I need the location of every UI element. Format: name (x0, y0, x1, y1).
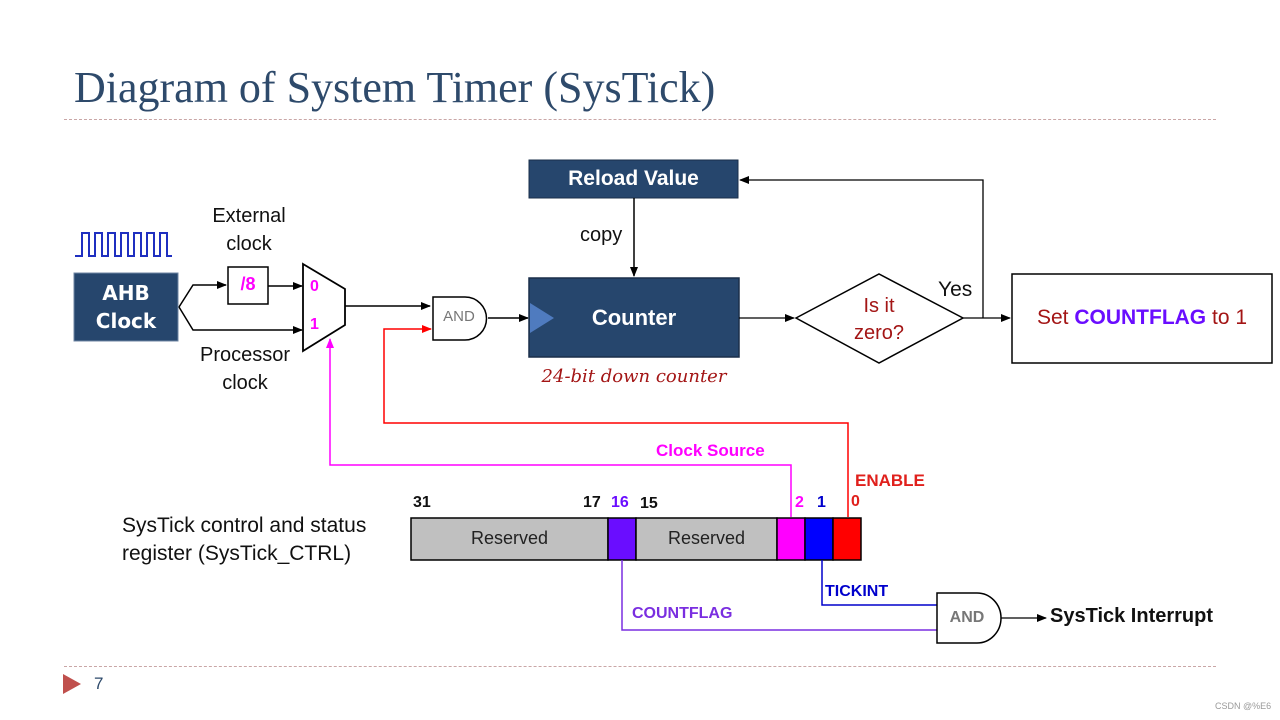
clock-waveform-icon (75, 232, 172, 257)
page-number: 7 (94, 674, 104, 693)
bit-16-label: 16 (611, 494, 629, 511)
ahb-clock-line1: AHB (102, 281, 150, 305)
enable-and-gate-label: AND (443, 308, 475, 325)
bit-17-label: 17 (583, 494, 601, 511)
set-countflag-suffix: to 1 (1206, 306, 1248, 329)
ahb-to-mux-wire (178, 306, 303, 334)
bit-2-label: 2 (795, 494, 804, 511)
interrupt-and-gate-label: AND (949, 609, 985, 626)
countflag-label: COUNTFLAG (632, 605, 733, 622)
decision-label: Is it zero? (829, 293, 929, 347)
register-bit-16-countflag (607, 517, 637, 561)
processor-clock-line2: clock (222, 372, 268, 394)
external-clock-line1: External (212, 205, 286, 227)
register-description-line1: SysTick control and status (122, 514, 367, 537)
ahb-clock-line2: Clock (95, 309, 157, 333)
bit-31-label: 31 (413, 494, 431, 511)
bit-15-label: 15 (640, 495, 658, 512)
counter-caption: 24-bit down counter (541, 366, 727, 387)
external-clock-label: External clock (196, 202, 302, 258)
counter-label: Counter (591, 305, 677, 330)
reserved-high-label: Reserved (470, 528, 549, 548)
decision-line2: zero? (853, 322, 905, 344)
enable-label: ENABLE (855, 471, 925, 490)
ahb-to-divider-wire (178, 281, 227, 308)
reload-value-label: Reload Value (568, 167, 699, 190)
processor-clock-line1: Processor (199, 344, 291, 366)
watermark: CSDN @%E6 (1215, 701, 1272, 711)
register-description-line2: register (SysTick_CTRL) (122, 542, 352, 565)
external-clock-line2: clock (226, 233, 272, 255)
bit-1-label: 1 (817, 494, 826, 511)
mux-input-0-label: 0 (310, 278, 319, 295)
systick-interrupt-label: SysTick Interrupt (1050, 605, 1214, 627)
register-bit-0-enable (832, 517, 862, 561)
tickint-label: TICKINT (825, 583, 889, 600)
set-countflag-prefix: Set (1036, 306, 1075, 329)
set-countflag-label: Set COUNTFLAG to 1 (1012, 306, 1272, 330)
yes-label: Yes (938, 278, 973, 301)
processor-clock-label: Processor clock (188, 341, 302, 397)
copy-label: copy (580, 224, 623, 246)
divider-label: /8 (240, 274, 256, 294)
clock-source-label: Clock Source (656, 441, 765, 460)
register-description: SysTick control and status register (Sys… (122, 512, 366, 568)
ahb-clock-label: AHB Clock (74, 279, 178, 335)
bit-0-label: 0 (851, 493, 860, 510)
register-bit-2-clksource (776, 517, 806, 561)
register-bit-1-tickint (804, 517, 834, 561)
footer-triangle-icon (63, 674, 81, 694)
mux-input-1-label: 1 (310, 316, 319, 333)
set-countflag-keyword: COUNTFLAG (1074, 306, 1207, 329)
decision-line1: Is it (863, 295, 895, 317)
reserved-low-label: Reserved (667, 528, 746, 548)
